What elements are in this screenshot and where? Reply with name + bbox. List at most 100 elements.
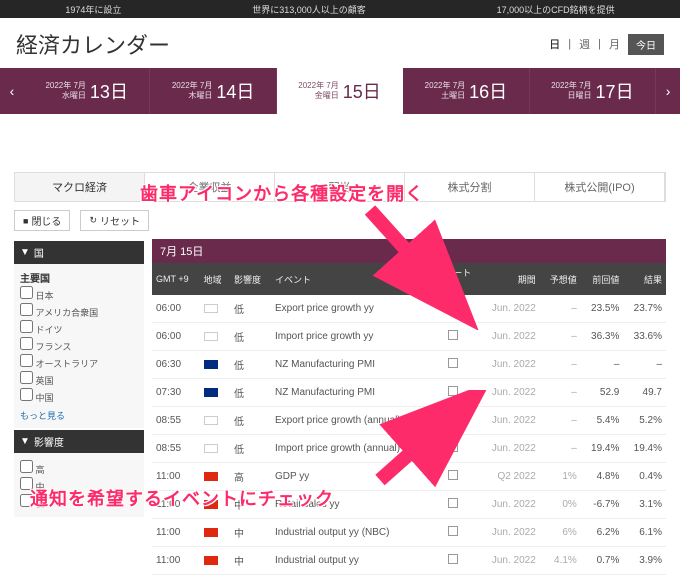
impact-item[interactable]: 高 (20, 460, 138, 476)
cell-alert[interactable] (427, 379, 479, 407)
alert-checkbox[interactable] (448, 358, 458, 368)
alert-checkbox[interactable] (448, 526, 458, 536)
cell-region (200, 379, 230, 407)
cell-alert[interactable] (427, 463, 479, 491)
date-next[interactable]: › (656, 68, 680, 114)
cell-res: – (623, 351, 666, 379)
table-row[interactable]: 07:30低NZ Manufacturing PMIJun. 2022–52.9… (152, 379, 666, 407)
table-date-head: 7月 15日 (152, 239, 666, 263)
cell-alert[interactable] (427, 491, 479, 519)
table-row[interactable]: 08:55低Import price growth (annual)Jun. 2… (152, 435, 666, 463)
date-cell-3[interactable]: 2022年 7月土曜日16日 (403, 68, 529, 114)
close-button[interactable]: ■閉じる (14, 210, 70, 231)
cell-event: Industrial output yy (NBC) (271, 519, 427, 547)
cell-fcst: – (540, 407, 581, 435)
gear-icon[interactable] (448, 279, 459, 290)
cell-event: Industrial output yy (271, 547, 427, 575)
th-event: イベント (271, 263, 427, 295)
cell-res: 5.2% (623, 407, 666, 435)
cell-event: Import price growth (annual) (271, 435, 427, 463)
cell-prev: 52.9 (581, 379, 624, 407)
country-item[interactable]: フランス (20, 337, 138, 353)
cell-period: Jun. 2022 (479, 519, 540, 547)
cell-region (200, 519, 230, 547)
cell-period: Jun. 2022 (479, 323, 540, 351)
cell-fcst: – (540, 323, 581, 351)
cell-time: 11:00 (152, 547, 200, 575)
table-row[interactable]: 06:00低Import price growth yyJun. 2022–36… (152, 323, 666, 351)
date-cell-0[interactable]: 2022年 7月水曜日13日 (24, 68, 150, 114)
tab-splits[interactable]: 株式分割 (405, 173, 535, 201)
cell-fcst: 6% (540, 519, 581, 547)
date-cell-2[interactable]: 2022年 7月金曜日15日 (277, 68, 403, 114)
cell-fcst: – (540, 379, 581, 407)
cell-alert[interactable] (427, 435, 479, 463)
alert-checkbox[interactable] (448, 442, 458, 452)
cell-res: 0.4% (623, 463, 666, 491)
cell-fcst: 1% (540, 463, 581, 491)
alert-checkbox[interactable] (448, 330, 458, 340)
th-tz: GMT +9 (152, 263, 200, 295)
country-item[interactable]: ドイツ (20, 320, 138, 336)
date-cell-4[interactable]: 2022年 7月日曜日17日 (530, 68, 656, 114)
country-item[interactable]: 日本 (20, 286, 138, 302)
cell-region (200, 295, 230, 323)
table-row[interactable]: 11:00中Industrial output yyJun. 20224.1%0… (152, 547, 666, 575)
reset-button[interactable]: ↻リセット (80, 210, 149, 231)
cell-prev: 4.8% (581, 463, 624, 491)
country-item[interactable]: オーストラリア (20, 354, 138, 370)
alert-checkbox[interactable] (448, 470, 458, 480)
cell-event: NZ Manufacturing PMI (271, 379, 427, 407)
cell-event: Import price growth yy (271, 323, 427, 351)
topbar-c: 17,000以上のCFD銘柄を提供 (497, 3, 615, 16)
cell-alert[interactable] (427, 323, 479, 351)
th-period: 期間 (479, 263, 540, 295)
alert-checkbox[interactable] (448, 498, 458, 508)
more-link[interactable]: もっと見る (20, 409, 65, 422)
cell-alert[interactable] (427, 519, 479, 547)
alert-checkbox[interactable] (448, 414, 458, 424)
cell-fcst: – (540, 435, 581, 463)
cell-impact: 低 (230, 323, 271, 351)
table-row[interactable]: 08:55低Export price growth (annual)Jun. 2… (152, 407, 666, 435)
cell-region (200, 351, 230, 379)
cell-res: 3.9% (623, 547, 666, 575)
cell-alert[interactable] (427, 351, 479, 379)
cell-alert[interactable] (427, 547, 479, 575)
cell-period: Jun. 2022 (479, 491, 540, 519)
side-country-head[interactable]: ▼国 (14, 241, 144, 264)
view-week[interactable]: 週 (579, 36, 590, 52)
alert-checkbox[interactable] (448, 554, 458, 564)
country-item[interactable]: 英国 (20, 371, 138, 387)
cell-res: 23.7% (623, 295, 666, 323)
date-prev[interactable]: ‹ (0, 68, 24, 114)
table-row[interactable]: 11:00中Industrial output yy (NBC)Jun. 202… (152, 519, 666, 547)
cell-alert[interactable] (427, 295, 479, 323)
alert-checkbox[interactable] (448, 302, 458, 312)
tab-macro[interactable]: マクロ経済 (15, 173, 145, 201)
th-prev: 前回値 (581, 263, 624, 295)
side-impact-head[interactable]: ▼影響度 (14, 430, 144, 453)
view-day[interactable]: 日 (549, 36, 560, 52)
th-fcst: 予想値 (540, 263, 581, 295)
flag-icon (204, 416, 218, 425)
cell-alert[interactable] (427, 407, 479, 435)
flag-icon (204, 556, 218, 565)
cell-impact: 低 (230, 435, 271, 463)
country-item[interactable]: 中国 (20, 388, 138, 404)
table-row[interactable]: 06:00低Export price growth yyJun. 2022–23… (152, 295, 666, 323)
view-month[interactable]: 月 (609, 36, 620, 52)
cell-impact: 低 (230, 295, 271, 323)
date-cell-1[interactable]: 2022年 7月木曜日14日 (150, 68, 276, 114)
today-button[interactable]: 今日 (628, 34, 664, 55)
topbar-b: 世界に313,000人以上の顧客 (252, 3, 366, 16)
cell-fcst: – (540, 295, 581, 323)
cell-period: Jun. 2022 (479, 547, 540, 575)
alert-checkbox[interactable] (448, 386, 458, 396)
tab-ipo[interactable]: 株式公開(IPO) (535, 173, 665, 201)
reset-icon: ↻ (89, 215, 97, 226)
close-icon: ■ (23, 216, 28, 226)
country-item[interactable]: アメリカ合衆国 (20, 303, 138, 319)
cell-fcst: 0% (540, 491, 581, 519)
table-row[interactable]: 06:30低NZ Manufacturing PMIJun. 2022––– (152, 351, 666, 379)
